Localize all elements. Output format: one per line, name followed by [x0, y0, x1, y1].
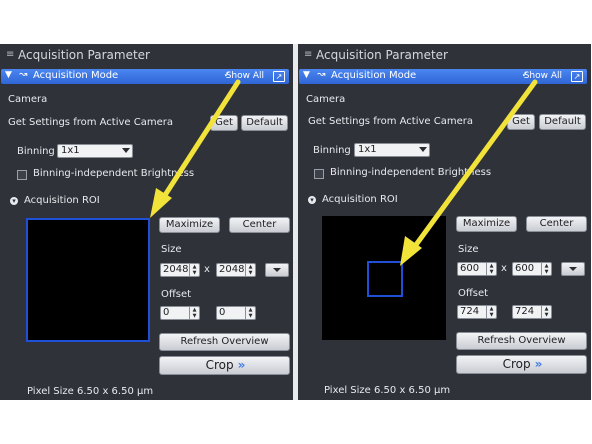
annotation-arrows: [150, 79, 538, 266]
annotation-arrow-right: [400, 79, 538, 266]
annotation-arrow-left: [150, 79, 241, 218]
